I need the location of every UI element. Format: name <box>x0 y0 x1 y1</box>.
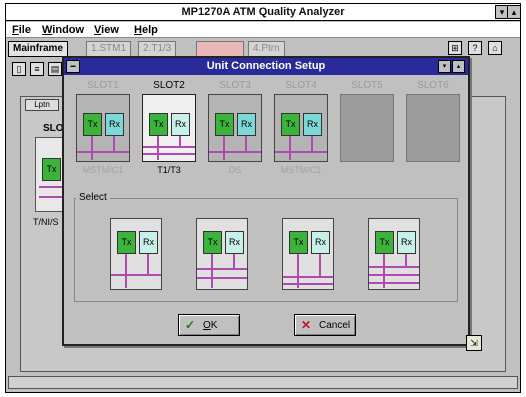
slot-2-wire <box>143 153 195 155</box>
option-3-rx-chip: Rx <box>311 231 330 254</box>
connection-option-3[interactable]: Tx Rx <box>282 218 334 290</box>
option-2-wire <box>233 254 235 268</box>
slot-4-wire <box>289 136 291 160</box>
slot-2-wire <box>143 146 195 148</box>
dialog-title: Unit Connection Setup <box>206 60 326 72</box>
slot-label-2: SLOT2 <box>153 80 185 91</box>
select-label: Select <box>76 192 110 203</box>
connection-option-4[interactable]: Tx Rx <box>368 218 420 290</box>
tab-t1t3[interactable]: 2.T1/3 <box>138 41 177 57</box>
slot-4-wire <box>311 136 313 152</box>
tab-stm1[interactable]: 1.STM1 <box>86 41 132 57</box>
option-1-wire <box>111 274 161 276</box>
slot-2-sublabel: T1/T3 <box>157 165 181 175</box>
slot-label-5: SLOT5 <box>351 80 383 91</box>
option-2-rx-chip: Rx <box>225 231 244 254</box>
slot-5 <box>340 94 394 162</box>
slot-label-1: SLOT1 <box>87 80 119 91</box>
tab-mainframe[interactable]: Mainframe <box>8 41 69 57</box>
option-1-rx-chip: Rx <box>139 231 158 254</box>
option-4-tx-chip: Tx <box>375 231 394 254</box>
maximize-icon[interactable]: ▴ <box>507 5 521 19</box>
slot-3-rx-chip: Rx <box>237 113 256 136</box>
dialog-title-bar: ━ Unit Connection Setup ▾ ▴ <box>64 58 468 75</box>
horizontal-scrollbar[interactable] <box>8 376 518 389</box>
title-bar: MP1270A ATM Quality Analyzer ▾ ▴ <box>6 4 521 21</box>
option-4-wire <box>369 274 419 276</box>
slot-label-3: SLOT3 <box>219 80 251 91</box>
option-3-wire <box>283 276 333 278</box>
menu-window[interactable]: Window <box>42 24 84 36</box>
inner-tx-chip: Tx <box>42 158 61 181</box>
slot-2-tx-chip: Tx <box>149 113 168 136</box>
slot-2-wire <box>179 136 181 146</box>
slot-4-tx-chip: Tx <box>281 113 300 136</box>
slot-2-rx-chip: Rx <box>171 113 190 136</box>
slot-4-wire <box>275 151 327 153</box>
menu-view[interactable]: View <box>94 24 119 36</box>
option-3-tx-chip: Tx <box>289 231 308 254</box>
inner-slot-footer: T/NI/S <box>33 217 59 227</box>
resize-grip-icon[interactable]: ⇲ <box>466 335 482 351</box>
option-1-wire <box>147 254 149 274</box>
option-4-wire <box>369 266 419 268</box>
slot-2-wire <box>157 136 159 160</box>
option-3-wire <box>319 254 321 276</box>
slot-4-rx-chip: Rx <box>303 113 322 136</box>
slot-4[interactable]: Tx Rx <box>274 94 328 162</box>
slot-3-wire <box>209 151 261 153</box>
menu-help[interactable]: Help <box>134 24 158 36</box>
toolbar-icon-a[interactable]: ⊞ <box>448 41 462 55</box>
slot-6 <box>406 94 460 162</box>
dialog-maximize-icon[interactable]: ▴ <box>452 60 465 73</box>
slot-3-wire <box>223 136 225 160</box>
slot-label-6: SLOT6 <box>417 80 449 91</box>
menu-file[interactable]: File <box>12 24 31 36</box>
tab-slot3[interactable] <box>196 41 244 57</box>
slot-label-4: SLOT4 <box>285 80 317 91</box>
slot-3-wire <box>245 136 247 152</box>
inner-tab[interactable]: Lptn <box>25 99 59 111</box>
option-3-wire <box>283 283 333 285</box>
option-2-tx-chip: Tx <box>203 231 222 254</box>
slot-3-sublabel: DS <box>228 165 242 175</box>
connection-option-2[interactable]: Tx Rx <box>196 218 248 290</box>
slot-3-tx-chip: Tx <box>215 113 234 136</box>
slot-1-sublabel: MSTM/C1 <box>82 165 124 175</box>
layout-icon-1[interactable]: ▯ <box>12 62 26 76</box>
slot-3[interactable]: Tx Rx <box>208 94 262 162</box>
connection-option-1[interactable]: Tx Rx <box>110 218 162 290</box>
layout-icon-3[interactable]: ▤ <box>48 62 62 76</box>
option-2-wire <box>211 254 213 288</box>
cross-icon: ✕ <box>301 318 312 332</box>
option-1-tx-chip: Tx <box>117 231 136 254</box>
ok-button[interactable]: ✓ OK <box>178 314 240 336</box>
option-4-wire <box>369 282 419 284</box>
checkmark-icon: ✓ <box>185 318 196 332</box>
menu-bar: File Window View Help <box>6 22 520 38</box>
dialog-minimize-icon[interactable]: ▾ <box>438 60 451 73</box>
unit-connection-dialog: ━ Unit Connection Setup ▾ ▴ SLOT1 SLOT2 … <box>62 56 470 346</box>
slot-2[interactable]: Tx Rx <box>142 94 196 162</box>
slot-1-wire <box>91 136 93 160</box>
option-1-wire <box>125 254 127 288</box>
slot-1-wire <box>113 136 115 152</box>
layout-icon-2[interactable]: ≡ <box>30 62 44 76</box>
toolbar-icon-c[interactable]: ⌂ <box>488 41 502 55</box>
option-2-wire <box>197 268 247 270</box>
option-2-wire <box>197 277 247 279</box>
slot-1-rx-chip: Rx <box>105 113 124 136</box>
tab-ptrn[interactable]: 4.Ptrn <box>248 41 285 57</box>
option-4-wire <box>405 254 407 266</box>
slot-1[interactable]: Tx Rx <box>76 94 130 162</box>
cancel-button[interactable]: ✕ Cancel <box>294 314 356 336</box>
toolbar-icon-b[interactable]: ? <box>468 41 482 55</box>
slot-1-tx-chip: Tx <box>83 113 102 136</box>
window-title: MP1270A ATM Quality Analyzer <box>181 6 345 18</box>
slot-1-wire <box>77 151 129 153</box>
option-4-rx-chip: Rx <box>397 231 416 254</box>
slot-4-sublabel: MSTM/C1 <box>280 165 322 175</box>
